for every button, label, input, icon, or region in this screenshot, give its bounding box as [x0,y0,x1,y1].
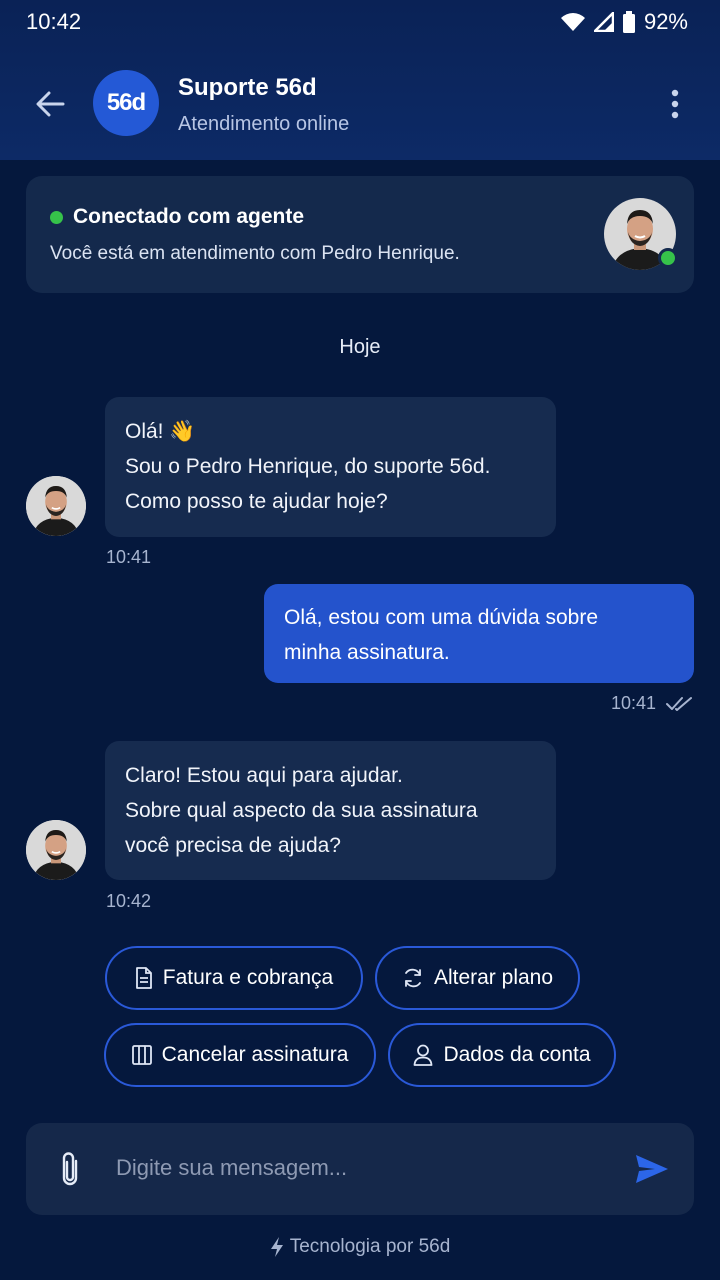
battery-icon [622,11,635,33]
message-timestamp: 10:41 [106,547,152,567]
chat-title: Suporte 56d [178,74,317,101]
app-bar: 56d Suporte 56d Atendimento online [0,66,720,142]
message-line: Olá, estou com uma dúvida sobre [284,606,598,629]
quick-reply-label: Cancelar assinatura [161,1043,349,1066]
agent-avatar-small [26,476,86,536]
quick-reply-label: Alterar plano [433,966,554,989]
brand-logo-text: 56d [106,89,146,116]
message-bubble-outgoing: Olá, estou com uma dúvida sobre minha as… [264,584,694,683]
brand-logo: 56d [93,70,159,136]
online-badge [658,248,678,268]
message-bubble-incoming: Claro! Estou aqui para ajudar. Sobre qua… [105,741,556,880]
quick-reply-label: Dados da conta [443,1043,591,1066]
lightning-icon [270,1237,283,1257]
quick-reply-cancel-subscription[interactable]: Cancelar assinatura [104,1023,376,1087]
agent-status-label: Conectado com agente [73,205,305,228]
more-options-button[interactable] [660,84,690,124]
powered-by-footer: Tecnologia por 56d [0,1236,720,1258]
paperclip-icon [62,1152,78,1186]
agent-photo [26,476,86,536]
user-icon [414,1044,433,1066]
status-time: 10:42 [26,9,82,34]
message-line: Claro! Estou aqui para ajudar. [125,764,403,787]
quick-reply-label: Fatura e cobrança [162,966,334,989]
quick-reply-change-plan[interactable]: Alterar plano [375,946,580,1010]
message-line: Sou o Pedro Henrique, do suporte 56d. [125,455,491,478]
more-vertical-icon [671,89,679,119]
send-icon [636,1155,668,1183]
battery-level: 92% [643,9,688,34]
message-line: Olá! 👋 [125,420,196,443]
back-button[interactable] [30,84,70,124]
app-header: 10:42 92% 56d Suporte 56d Atendimento on… [0,0,720,160]
chat-subtitle: Atendimento online [178,113,350,135]
message-bubble-incoming: Olá! 👋 Sou o Pedro Henrique, do suporte … [105,397,556,537]
wifi-icon [560,13,585,31]
status-bar: 10:42 92% [0,0,720,44]
document-icon [135,967,152,989]
message-line: Sobre qual aspecto da sua assinatura [125,799,478,822]
message-line: Como posso te ajudar hoje? [125,490,388,513]
message-timestamp: 10:42 [106,891,152,911]
agent-avatar [604,198,678,270]
send-button[interactable] [632,1149,672,1189]
message-input[interactable] [116,1145,606,1191]
quick-reply-account-data[interactable]: Dados da conta [388,1023,616,1087]
arrow-left-icon [36,91,65,117]
double-check-icon [666,696,692,711]
message-meta: 10:41 [611,693,692,714]
agent-status-card: Conectado com agente Você está em atendi… [26,176,694,293]
footer-text: Tecnologia por 56d [289,1236,451,1257]
online-indicator [50,210,63,224]
agent-photo [26,820,86,880]
message-line: minha assinatura. [284,641,450,664]
signal-icon [593,12,614,32]
agent-status-description: Você está em atendimento com Pedro Henri… [50,243,460,264]
agent-status-title: Conectado com agente [50,205,304,229]
date-separator: Hoje [339,336,381,358]
columns-icon [131,1045,152,1065]
quick-reply-billing[interactable]: Fatura e cobrança [105,946,363,1010]
message-timestamp: 10:41 [610,693,656,713]
message-line: você precisa de ajuda? [125,834,341,857]
status-icons: 92% [560,9,688,35]
refresh-icon [405,968,421,988]
message-composer [26,1123,694,1215]
attach-button[interactable] [52,1149,88,1189]
agent-avatar-small [26,820,86,880]
